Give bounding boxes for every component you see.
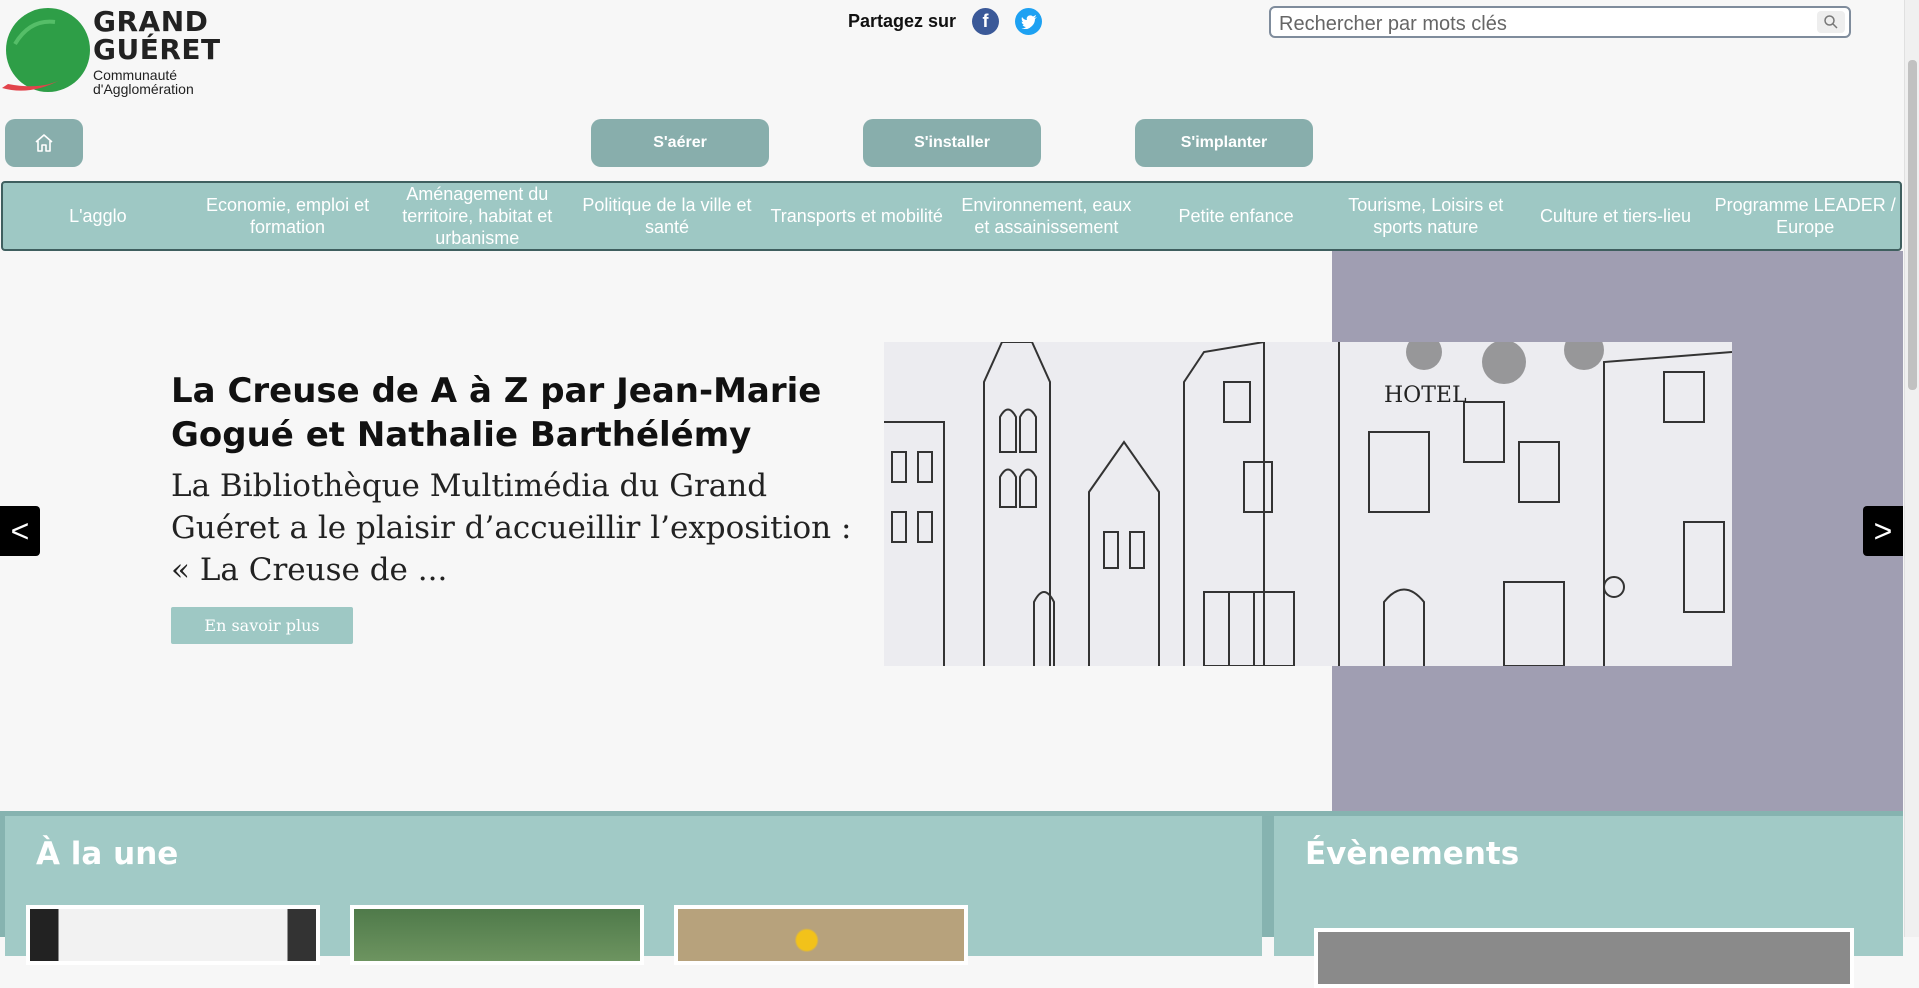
scrollbar-thumb[interactable] bbox=[1908, 60, 1917, 390]
logo-line-3: Communauté bbox=[93, 67, 178, 83]
nav-pill-sinstaller[interactable]: S'installer bbox=[863, 119, 1041, 167]
nav-item-amenagement[interactable]: Aménagement du territoire, habitat et ur… bbox=[382, 183, 572, 249]
facebook-icon[interactable]: f bbox=[972, 8, 1000, 35]
nav-item-economie[interactable]: Economie, emploi et formation bbox=[193, 183, 383, 249]
bottom-sections: À la une Évènements bbox=[0, 811, 1903, 988]
home-icon bbox=[35, 134, 53, 152]
news-card-image bbox=[354, 909, 640, 961]
section-title-une: À la une bbox=[36, 836, 179, 872]
nav-item-environnement[interactable]: Environnement, eaux et assainissement bbox=[952, 183, 1142, 249]
news-card[interactable] bbox=[26, 905, 320, 965]
news-card[interactable] bbox=[350, 905, 644, 965]
sketch-hotel-sign: HOTEL bbox=[1384, 383, 1467, 408]
nav-item-lagglo[interactable]: L'agglo bbox=[3, 183, 193, 249]
news-card[interactable] bbox=[674, 905, 968, 965]
slider-next-button[interactable]: > bbox=[1863, 506, 1903, 556]
search-input[interactable] bbox=[1277, 12, 1801, 36]
logo-line-4: d'Agglomération bbox=[93, 81, 194, 97]
main-nav: L'agglo Economie, emploi et formation Am… bbox=[1, 181, 1902, 251]
slider-prev-button[interactable]: < bbox=[0, 506, 40, 556]
nav-item-politique[interactable]: Politique de la ville et santé bbox=[572, 183, 762, 249]
nav-item-tourisme[interactable]: Tourisme, Loisirs et sports nature bbox=[1331, 183, 1521, 249]
news-card-image bbox=[678, 909, 964, 961]
panel-evenements: Évènements bbox=[1274, 816, 1903, 988]
logo[interactable]: GRAND GUÉRET Communauté d'Agglomération bbox=[0, 4, 220, 100]
nav-pill-simplanter[interactable]: S'implanter bbox=[1135, 119, 1313, 167]
twitter-bird bbox=[1020, 14, 1037, 29]
nav-pill-saerer[interactable]: S'aérer bbox=[591, 119, 769, 167]
search-box bbox=[1269, 6, 1851, 38]
logo-line-1: GRAND bbox=[93, 5, 209, 38]
share-bar: Partagez sur f bbox=[848, 8, 1043, 35]
read-more-button[interactable]: En savoir plus bbox=[171, 607, 353, 644]
twitter-icon[interactable] bbox=[1015, 8, 1043, 35]
panel-a-la-une: À la une bbox=[5, 816, 1262, 965]
nav-item-culture[interactable]: Culture et tiers-lieu bbox=[1521, 183, 1711, 249]
hero-title: La Creuse de A à Z par Jean-Marie Gogué … bbox=[171, 371, 822, 455]
logo-mark bbox=[2, 8, 90, 92]
event-card[interactable] bbox=[1314, 928, 1854, 988]
page-scrollbar[interactable] bbox=[1904, 0, 1919, 937]
logo-text: GRAND GUÉRET Communauté d'Agglomération bbox=[93, 5, 221, 97]
hero-description: La Bibliothèque Multimédia du Grand Guér… bbox=[171, 468, 852, 588]
logo-line-2: GUÉRET bbox=[93, 33, 221, 66]
hero-image[interactable]: HOTEL bbox=[884, 342, 1732, 666]
news-card-image bbox=[30, 909, 316, 961]
section-title-events: Évènements bbox=[1305, 836, 1520, 872]
search-icon bbox=[1824, 15, 1838, 29]
event-card-image bbox=[1318, 932, 1850, 984]
share-label: Partagez sur bbox=[848, 11, 957, 31]
nav-item-transports[interactable]: Transports et mobilité bbox=[762, 183, 952, 249]
facebook-glyph: f bbox=[982, 11, 989, 31]
search-button[interactable] bbox=[1817, 11, 1845, 33]
nav-item-leader[interactable]: Programme LEADER / Europe bbox=[1710, 183, 1900, 249]
home-button[interactable] bbox=[5, 119, 83, 167]
nav-item-petite-enfance[interactable]: Petite enfance bbox=[1141, 183, 1331, 249]
town-sketch: HOTEL bbox=[884, 342, 1732, 666]
